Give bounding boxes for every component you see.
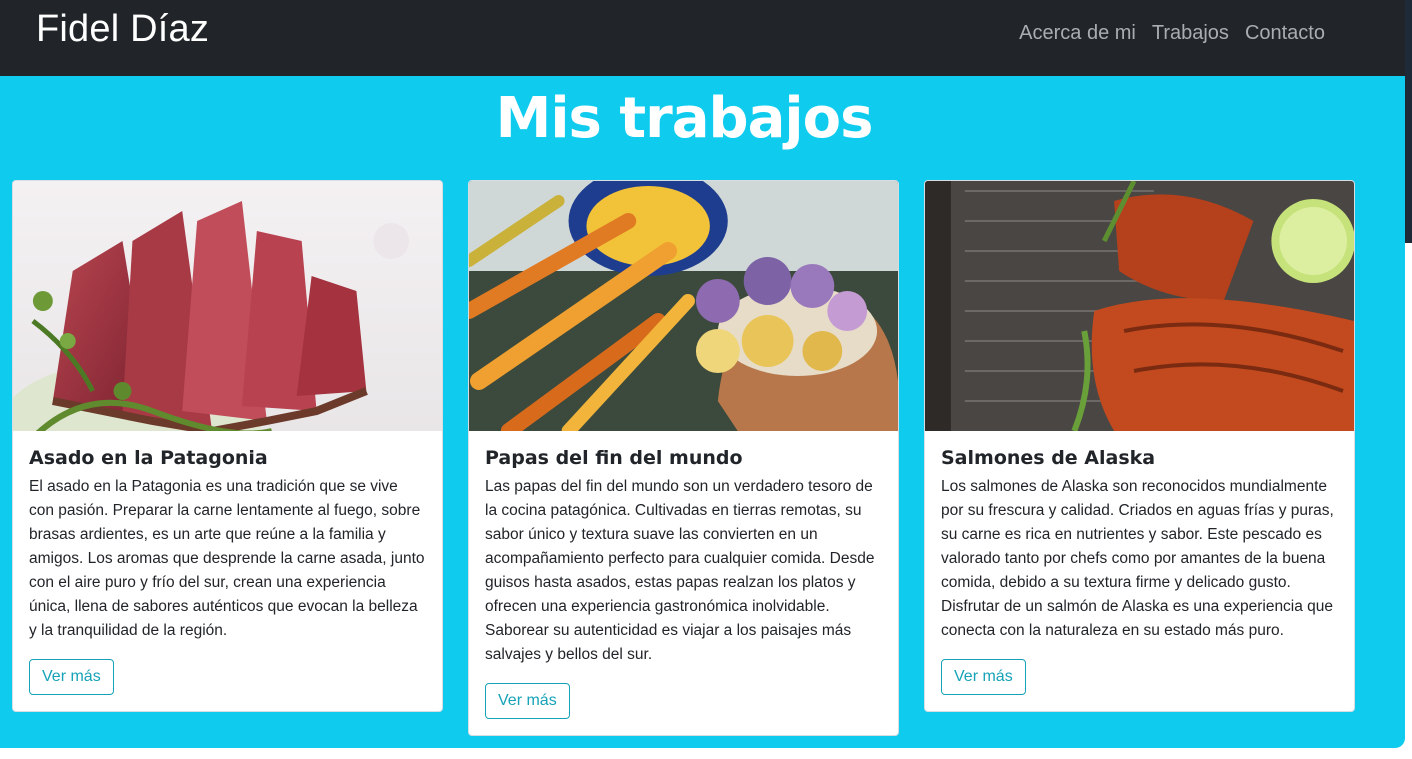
card-text: El asado en la Patagonia es una tradició… (29, 478, 425, 639)
adjacent-window-dark-area (1405, 0, 1412, 243)
potato-chips-image (469, 181, 898, 431)
adjacent-window-edge (1405, 0, 1412, 759)
ver-mas-button[interactable]: Ver más (29, 659, 114, 695)
work-card-papas: Papas del fin del mundo Las papas del fi… (468, 180, 899, 736)
navbar: Fidel Díaz Acerca de mi Trabajos Contact… (0, 0, 1405, 76)
card-text: Las papas del fin del mundo son un verda… (485, 478, 875, 663)
card-title: Asado en la Patagonia (29, 447, 268, 469)
page-title: Mis trabajos (495, 86, 874, 151)
card-text: Los salmones de Alaska son reconocidos m… (941, 478, 1334, 639)
brand-logo[interactable]: Fidel Díaz (36, 8, 209, 51)
card-title: Salmones de Alaska (941, 447, 1156, 469)
nav-link-trabajos[interactable]: Trabajos (1152, 22, 1229, 45)
work-card-salmones: Salmones de Alaska Los salmones de Alask… (924, 180, 1355, 712)
nav-links: Acerca de mi Trabajos Contacto (1019, 22, 1325, 45)
card-title: Papas del fin del mundo (485, 447, 743, 469)
ver-mas-button[interactable]: Ver más (485, 683, 570, 719)
ver-mas-button[interactable]: Ver más (941, 659, 1026, 695)
work-card-asado: Asado en la Patagonia El asado en la Pat… (12, 180, 443, 712)
nav-link-acerca[interactable]: Acerca de mi (1019, 22, 1136, 45)
salmon-image (925, 181, 1354, 431)
nav-link-contacto[interactable]: Contacto (1245, 22, 1325, 45)
browser-viewport: Fidel Díaz Acerca de mi Trabajos Contact… (0, 0, 1405, 748)
seared-meat-image (13, 181, 442, 431)
